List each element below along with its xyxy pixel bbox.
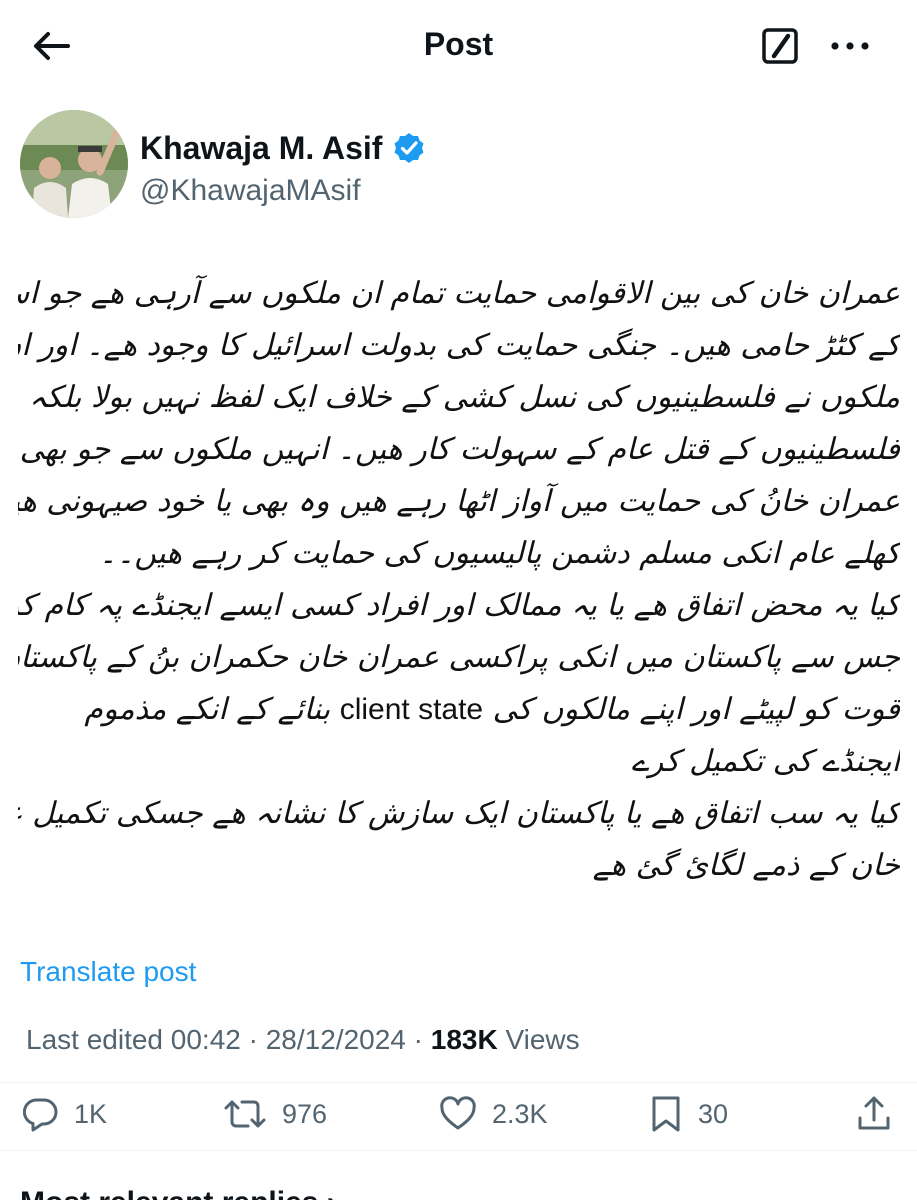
post-line-part: قوت کو لپیٹے اور اپنے مالکوں کی — [492, 692, 900, 727]
post-line: جس سے پاکستان میں انکی پراکسی عمران خان … — [18, 640, 900, 675]
translate-post-link[interactable]: Translate post — [20, 956, 196, 988]
post-line: ملکوں نے فلسطینیوں کی نسل کشی کے خلاف ای… — [29, 380, 900, 415]
like-button[interactable]: 2.3K — [438, 1092, 548, 1136]
edited-timestamp[interactable]: Last edited 00:42 · 28/12/2024 · — [26, 1024, 431, 1055]
more-horizontal-icon — [831, 42, 869, 50]
post-line: عمران خانُ کی حمایت میں آواز اٹھا رہے ھی… — [18, 484, 900, 519]
bookmark-count: 30 — [698, 1098, 729, 1129]
reply-icon — [22, 1098, 58, 1132]
post-line: کیا یہ محض اتفاق ھے یا یہ ممالک اور افرا… — [18, 588, 900, 623]
like-count: 2.3K — [492, 1098, 548, 1129]
avatar-photo — [20, 110, 128, 218]
post-line: ایجنڈے کی تکمیل کرے — [631, 744, 900, 779]
views-count: 183K — [430, 1024, 498, 1055]
verified-badge-icon — [394, 133, 424, 163]
avatar[interactable] — [20, 110, 128, 218]
post-line: کے کٹڑ حامی ھیں۔ جنگی حمایت کی بدولت اسر… — [18, 328, 900, 363]
post-english-term: client state — [339, 693, 484, 726]
share-button[interactable] — [856, 1092, 892, 1136]
post-line-mixed: قوت کو لپیٹے اور اپنے مالکوں کی client s… — [18, 684, 900, 736]
action-bar: 1K 976 2.3K 30 — [0, 1082, 917, 1148]
repost-button[interactable]: 976 — [222, 1092, 327, 1136]
bookmark-icon — [652, 1096, 680, 1132]
slash-box-icon — [762, 28, 798, 64]
post-line: عمران خان کی بین الاقوامی حمایت تمام ان … — [18, 276, 900, 311]
more-options-button[interactable] — [826, 24, 874, 68]
divider — [0, 1150, 917, 1151]
post-meta: Last edited 00:42 · 28/12/2024 · 183K Vi… — [26, 1024, 580, 1056]
share-icon — [858, 1096, 890, 1130]
reply-button[interactable]: 1K — [20, 1092, 107, 1136]
grok-button[interactable] — [756, 24, 804, 68]
repost-count: 976 — [282, 1098, 328, 1129]
author-handle[interactable]: @KhawajaMAsif — [140, 174, 361, 208]
post-text: عمران خان کی بین الاقوامی حمایت تمام ان … — [18, 268, 900, 928]
post-line: خان کے ذمے لگائ گئ ھے — [592, 848, 900, 883]
post-line: فلسطینیوں کے قتل عام کے سہولت کار ھیں۔ ا… — [18, 432, 900, 467]
replies-sort-heading[interactable]: Most relevant replies › — [20, 1186, 337, 1200]
repost-icon — [224, 1100, 266, 1128]
views-label: Views — [497, 1024, 580, 1055]
heart-icon — [440, 1096, 476, 1130]
top-bar: Post — [0, 0, 917, 92]
post-line-part: بنائے کے انکے مذموم — [84, 692, 331, 727]
reply-count: 1K — [74, 1098, 108, 1129]
post-line: کھلے عام انکی مسلم دشمن پالیسیوں کی حمای… — [99, 536, 900, 571]
author-name[interactable]: Khawaja M. Asif — [140, 130, 382, 167]
bookmark-button[interactable]: 30 — [648, 1092, 728, 1136]
post-line: کیا یہ سب اتفاق ھے یا پاکستان ایک سازش ک… — [18, 796, 900, 831]
author-name-row: Khawaja M. Asif — [140, 128, 426, 168]
